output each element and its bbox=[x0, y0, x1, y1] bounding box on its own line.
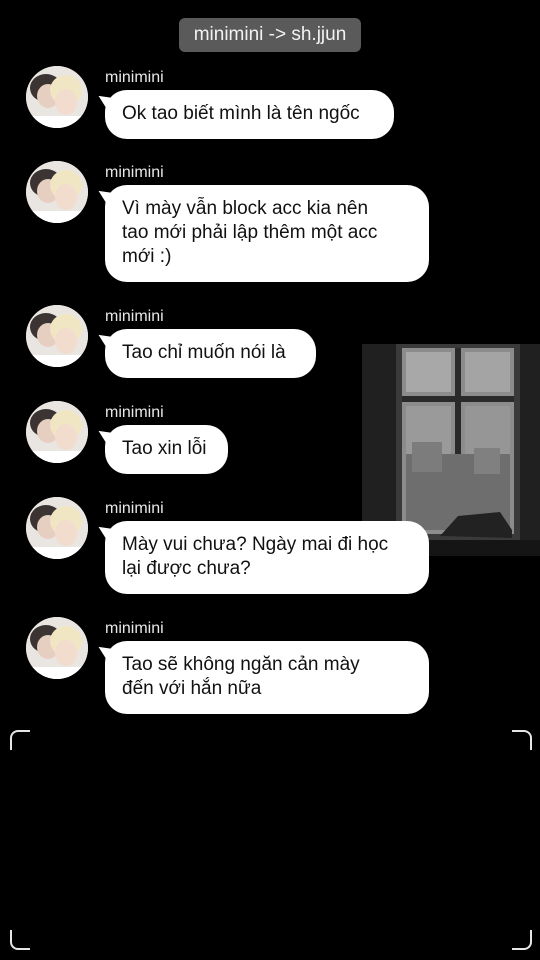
sender-name: minimini bbox=[105, 500, 164, 517]
message-bubble[interactable]: Tao sẽ không ngăn cản mày đến với hắn nữ… bbox=[105, 641, 429, 714]
sender-name: minimini bbox=[105, 69, 164, 86]
avatar[interactable] bbox=[26, 617, 88, 679]
avatar[interactable] bbox=[26, 161, 88, 223]
sender-name: minimini bbox=[105, 308, 164, 325]
avatar[interactable] bbox=[26, 66, 88, 128]
message-bubble[interactable]: Mày vui chưa? Ngày mai đi học lại được c… bbox=[105, 521, 429, 594]
message-bubble[interactable]: Tao xin lỗi bbox=[105, 425, 228, 474]
frame-corner-top-right-icon bbox=[512, 730, 532, 750]
frame-corner-top-left-icon bbox=[10, 730, 30, 750]
message-bubble[interactable]: Tao chỉ muốn nói là bbox=[105, 329, 316, 378]
conversation-title: minimini -> sh.jjun bbox=[179, 18, 361, 52]
sender-name: minimini bbox=[105, 404, 164, 421]
sender-name: minimini bbox=[105, 620, 164, 637]
frame-corner-bottom-right-icon bbox=[512, 930, 532, 950]
avatar[interactable] bbox=[26, 497, 88, 559]
sender-name: minimini bbox=[105, 164, 164, 181]
message-bubble[interactable]: Ok tao biết mình là tên ngốc bbox=[105, 90, 394, 139]
message-bubble[interactable]: Vì mày vẫn block acc kia nên tao mới phả… bbox=[105, 185, 429, 282]
avatar[interactable] bbox=[26, 305, 88, 367]
frame-corner-bottom-left-icon bbox=[10, 930, 30, 950]
avatar[interactable] bbox=[26, 401, 88, 463]
